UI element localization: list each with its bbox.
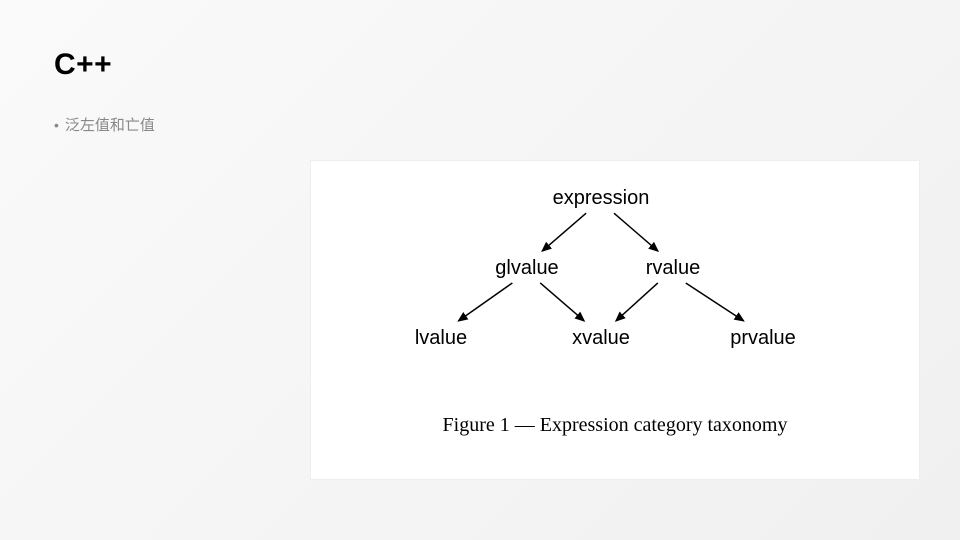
node-expression: expression — [553, 187, 650, 210]
bullet-dot-icon: • — [54, 117, 59, 133]
node-xvalue: xvalue — [572, 327, 630, 350]
node-lvalue: lvalue — [415, 327, 467, 350]
diagram-tree: expression glvalue rvalue lvalue xvalue … — [311, 161, 919, 381]
node-rvalue: rvalue — [646, 257, 700, 280]
page-title: C++ — [54, 48, 112, 82]
node-glvalue: glvalue — [495, 257, 558, 280]
bullet-text: 泛左值和亡值 — [65, 114, 155, 135]
diagram-panel: expression glvalue rvalue lvalue xvalue … — [310, 160, 920, 480]
diagram-caption: Figure 1 — Expression category taxonomy — [311, 414, 919, 437]
bullet-item: • 泛左值和亡值 — [54, 114, 155, 135]
node-prvalue: prvalue — [730, 327, 796, 350]
